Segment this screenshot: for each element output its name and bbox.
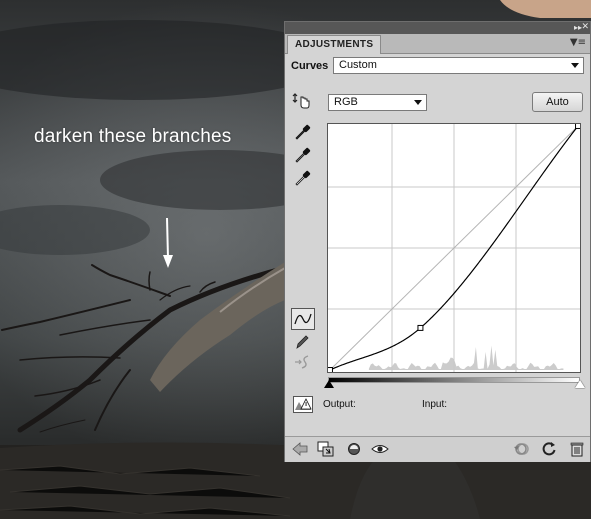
previous-state-icon[interactable] (513, 441, 531, 457)
channel-select[interactable]: RGB (328, 94, 427, 111)
adjustments-panel: ▸▸ ✕ ADJUSTMENTS ▼≡ Curves Custom RGB Au… (284, 21, 591, 462)
adjustment-name: Curves (291, 60, 329, 72)
visibility-state-icon[interactable] (345, 441, 363, 457)
curve-control-point[interactable] (417, 324, 424, 331)
chevron-down-icon (571, 63, 579, 68)
panel-menu-icon[interactable]: ▼≡ (570, 37, 586, 49)
annotation-text: darken these branches (34, 126, 232, 147)
trash-icon[interactable] (568, 441, 586, 457)
eye-icon[interactable] (371, 441, 389, 457)
gray-point-eyedropper-icon[interactable] (293, 146, 311, 164)
tab-adjustments[interactable]: ADJUSTMENTS (287, 35, 382, 54)
channel-value: RGB (334, 96, 358, 108)
white-point-eyedropper-icon[interactable] (293, 169, 311, 187)
curves-graph[interactable] (327, 123, 581, 373)
preset-value: Custom (339, 59, 377, 71)
close-icon[interactable]: ✕ (581, 22, 589, 33)
curve-control-point[interactable] (575, 124, 581, 129)
panel-bottom-bar (285, 436, 590, 462)
preset-select[interactable]: Custom (333, 57, 584, 74)
smooth-curve-icon[interactable] (293, 353, 311, 371)
reset-icon[interactable] (540, 441, 558, 457)
chevron-down-icon (414, 100, 422, 105)
output-label: Output: (323, 399, 356, 410)
clipping-warning-icon[interactable] (293, 396, 313, 413)
input-label: Input: (422, 399, 448, 410)
pencil-draw-icon[interactable] (293, 333, 311, 351)
black-point-eyedropper-icon[interactable] (293, 123, 311, 141)
panel-title-bar[interactable]: ▸▸ ✕ (285, 22, 590, 34)
on-image-adjust-icon[interactable] (292, 92, 312, 110)
auto-button[interactable]: Auto (532, 92, 583, 112)
input-gradient-bar (328, 377, 580, 383)
black-point-slider[interactable] (324, 380, 334, 388)
curve-control-point[interactable] (328, 367, 333, 373)
panel-tab-bar: ADJUSTMENTS ▼≡ (285, 34, 590, 54)
clip-to-layer-icon[interactable] (317, 441, 335, 457)
histogram (368, 345, 564, 371)
white-point-slider[interactable] (575, 380, 585, 388)
back-arrow-icon[interactable] (291, 441, 309, 457)
histogram-area (368, 345, 564, 371)
curve-edit-icon[interactable] (291, 308, 315, 330)
